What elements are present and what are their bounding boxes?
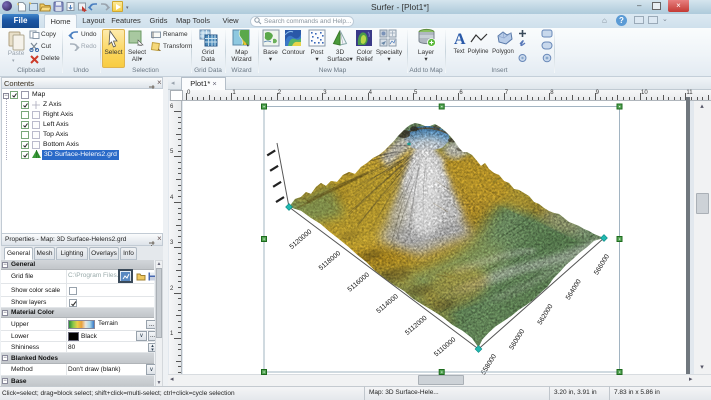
svg-text:A: A [454, 31, 466, 47]
